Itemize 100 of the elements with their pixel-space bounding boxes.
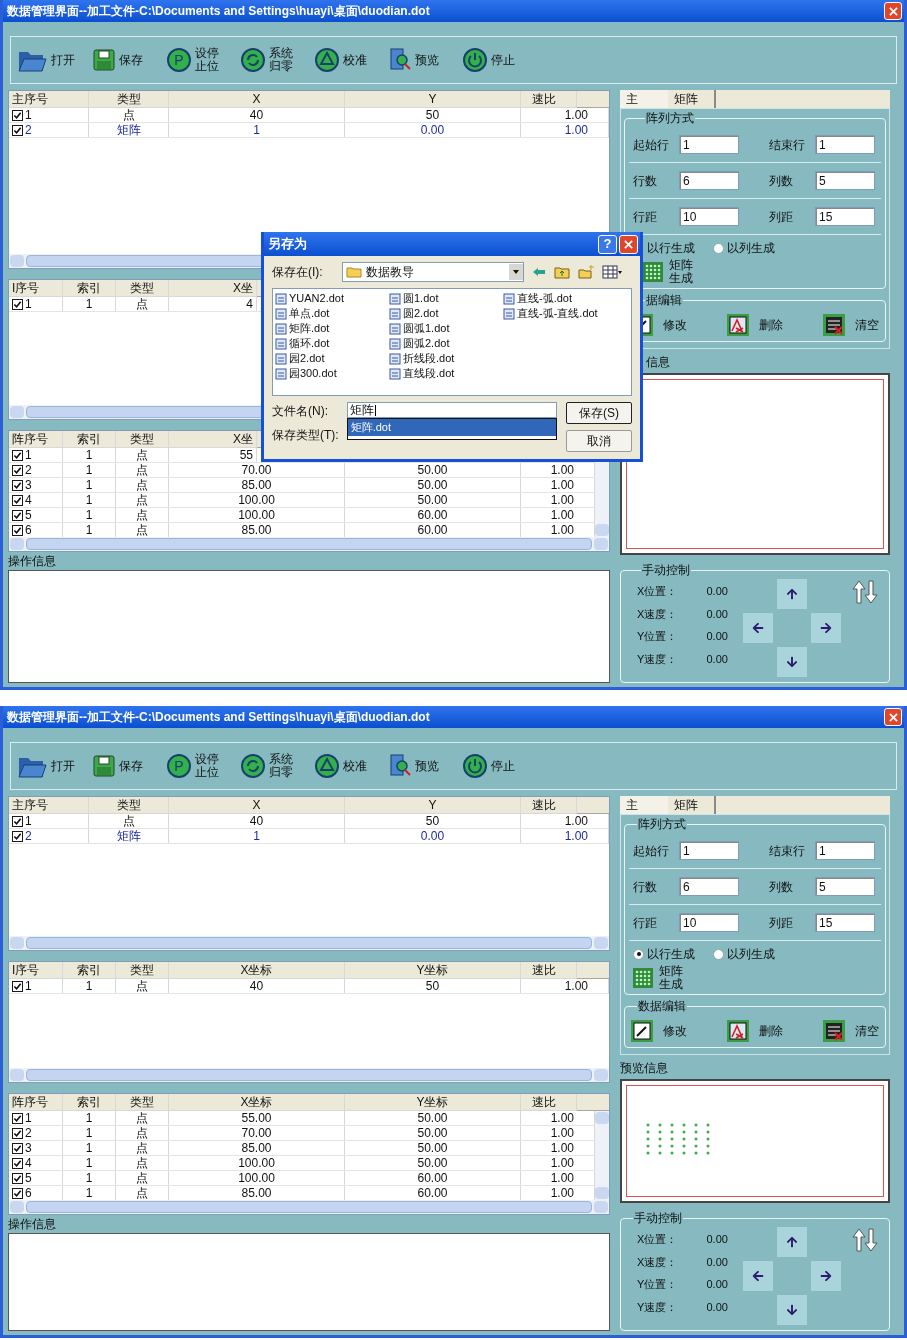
column-header[interactable]: 索引 [63,431,116,449]
location-dropdown[interactable]: 数据教导 [342,262,524,282]
checkbox[interactable] [12,1127,23,1139]
input-field[interactable]: 6 [679,877,739,896]
table-row[interactable]: 1 点 40 50 1.00 [9,814,609,829]
generate-matrix-button[interactable]: 矩阵生成 [629,965,881,991]
file-item[interactable]: 圆弧2.dot [389,336,489,351]
toolbar-button[interactable]: 系统归零 [241,47,297,73]
column-header[interactable]: I序号 [9,962,63,980]
toolbar-button[interactable]: 校准 [315,754,371,778]
table-row[interactable]: 3 1 点 85.00 50.00 1.00 [9,478,595,494]
horizontal-scrollbar[interactable] [9,1200,609,1215]
move-right-button[interactable] [811,1261,841,1291]
move-down-button[interactable] [777,647,807,677]
column-header[interactable]: 类型 [116,431,169,449]
column-header[interactable]: 类型 [116,280,169,298]
input-field[interactable]: 10 [679,913,739,932]
checkbox[interactable] [12,1172,23,1184]
column-header[interactable]: 速比 [521,962,577,980]
checkbox[interactable] [12,479,23,491]
move-left-button[interactable] [743,1261,773,1291]
up-down-arrows-icon[interactable] [851,579,879,605]
close-button[interactable] [619,234,638,254]
file-item[interactable]: YUAN2.dot [275,291,375,306]
column-header[interactable]: X坐 [169,431,257,449]
checkbox[interactable] [12,509,23,521]
input-field[interactable]: 1 [815,135,875,154]
checkbox[interactable] [12,1142,23,1154]
move-up-button[interactable] [777,579,807,609]
checkbox[interactable] [12,464,23,476]
move-down-button[interactable] [777,1295,807,1325]
checkbox[interactable] [12,815,23,827]
file-item[interactable]: 折线段.dot [389,351,489,366]
close-button[interactable] [884,2,902,20]
table-row[interactable]: 1 1 点 40 50 1.00 [9,979,609,995]
table-row[interactable]: 1 点 40 50 1.00 [9,108,609,123]
tab[interactable]: 主 [620,90,668,108]
column-header[interactable]: 类型 [89,797,169,814]
toolbar-button[interactable]: 系统归零 [241,753,297,779]
input-field[interactable]: 1 [679,135,739,154]
column-header[interactable]: 速比 [521,91,577,108]
checkbox[interactable] [12,830,23,842]
toolbar-button[interactable]: 打开 [17,753,75,779]
checkbox[interactable] [12,1187,23,1199]
toolbar-button[interactable]: 停止 [463,754,519,778]
checkbox[interactable] [12,449,23,461]
column-header[interactable]: 索引 [63,962,116,980]
input-field[interactable]: 5 [815,877,875,896]
column-header[interactable]: 索引 [63,280,116,298]
toolbar-button[interactable]: 预览 [389,754,445,778]
input-field[interactable]: 5 [815,171,875,190]
file-item[interactable]: 直线-弧-直线.dot [503,306,603,321]
horizontal-scrollbar[interactable] [9,537,609,552]
toolbar-button[interactable]: 删除 [727,314,783,337]
column-header[interactable]: X坐标 [169,1094,345,1112]
input-field[interactable]: 10 [679,207,739,226]
help-button[interactable]: ? [598,234,617,254]
filename-field[interactable]: 矩阵 [346,402,557,418]
file-item[interactable]: 园300.dot [275,366,375,381]
back-arrow-icon[interactable] [532,267,546,277]
file-item[interactable]: 圆2.dot [389,306,489,321]
table-row[interactable]: 4 1 点 100.00 50.00 1.00 [9,1156,595,1172]
file-item[interactable]: 园2.dot [275,351,375,366]
dialog-button[interactable]: 取消 [566,430,632,452]
toolbar-button[interactable]: 删除 [727,1020,783,1043]
checkbox[interactable] [12,1157,23,1169]
table-row[interactable]: 2 1 点 70.00 50.00 1.00 [9,463,595,479]
column-header[interactable]: X [169,797,345,814]
table-row[interactable]: 2 矩阵 1 0.00 1.00 [9,123,609,138]
radio-button[interactable] [713,948,724,960]
column-header[interactable]: 阵序号 [9,1094,63,1112]
table-row[interactable]: 2 1 点 70.00 50.00 1.00 [9,1126,595,1142]
file-item[interactable]: 矩阵.dot [275,321,375,336]
column-header[interactable]: 类型 [116,962,169,980]
table-row[interactable]: 5 1 点 100.00 60.00 1.00 [9,1171,595,1187]
column-header[interactable]: 阵序号 [9,431,63,449]
file-item[interactable]: 圆弧1.dot [389,321,489,336]
column-header[interactable]: 类型 [89,91,169,108]
toolbar-button[interactable]: 预览 [389,48,445,72]
column-header[interactable]: X [169,91,345,108]
checkbox[interactable] [12,298,23,310]
move-right-button[interactable] [811,613,841,643]
input-field[interactable]: 15 [815,207,875,226]
input-field[interactable]: 6 [679,171,739,190]
file-item[interactable]: 循环.dot [275,336,375,351]
column-header[interactable]: Y坐标 [345,962,521,980]
view-menu-icon[interactable] [602,265,622,279]
column-header[interactable]: 索引 [63,1094,116,1112]
column-header[interactable]: Y坐标 [345,1094,521,1112]
column-header[interactable]: 类型 [116,1094,169,1112]
toolbar-button[interactable]: 清空 [823,314,879,337]
radio-button[interactable] [633,948,644,960]
checkbox[interactable] [12,524,23,536]
up-folder-icon[interactable] [554,265,570,279]
horizontal-scrollbar[interactable] [9,936,609,951]
file-item[interactable]: 直线段.dot [389,366,489,381]
toolbar-button[interactable]: 校准 [315,48,371,72]
radio-button[interactable] [713,242,724,254]
table-row[interactable]: 4 1 点 100.00 50.00 1.00 [9,493,595,509]
column-header[interactable]: 速比 [521,1094,577,1112]
